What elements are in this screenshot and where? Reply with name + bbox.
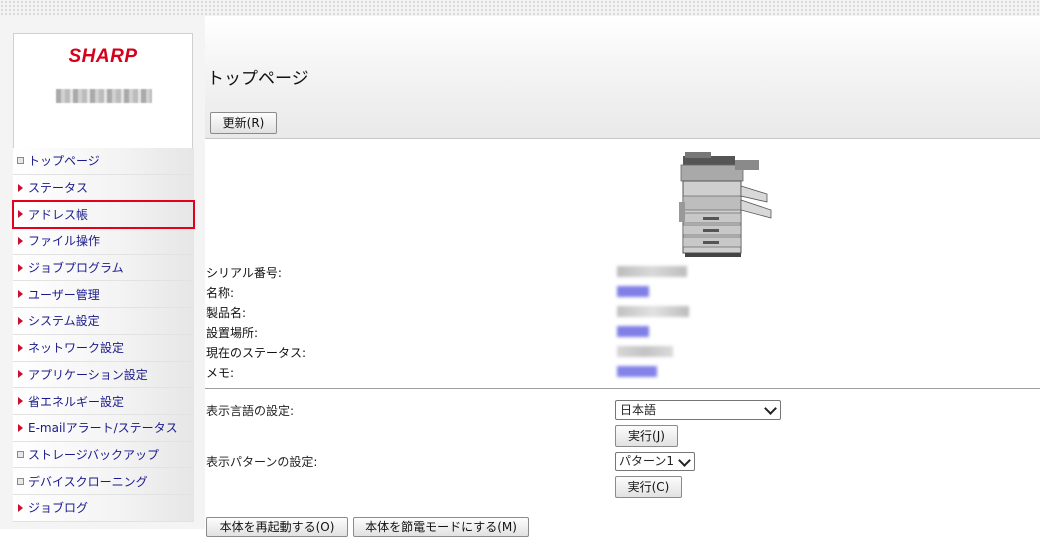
- sidebar-nav-label: ジョブログ: [28, 501, 89, 516]
- device-info-value-redacted: [617, 346, 673, 357]
- triangle-bullet-icon: [18, 290, 23, 299]
- sidebar-nav-label: 省エネルギー設定: [28, 394, 125, 409]
- brand-logo-panel: SHARP: [13, 33, 193, 155]
- power-save-button[interactable]: 本体を節電モードにする(M): [353, 517, 529, 537]
- square-bullet-icon: [17, 157, 24, 165]
- sidebar-nav-label: ファイル操作: [28, 234, 101, 249]
- pattern-execute-button[interactable]: 実行(C): [615, 476, 682, 498]
- language-execute-button[interactable]: 実行(J): [615, 425, 678, 447]
- sidebar-nav-label: ネットワーク設定: [28, 341, 125, 356]
- sidebar-nav-item[interactable]: ユーザー管理: [13, 281, 194, 309]
- language-setting-label: 表示言語の設定:: [206, 404, 295, 418]
- sidebar-nav-item[interactable]: システム設定: [13, 308, 194, 335]
- sidebar-nav-label: トップページ: [28, 154, 100, 169]
- square-bullet-icon: [17, 477, 24, 485]
- square-bullet-icon: [17, 450, 24, 458]
- device-info-label: 設置場所:: [206, 326, 259, 340]
- pattern-setting-label: 表示パターンの設定:: [206, 455, 318, 469]
- chevron-down-icon: [678, 454, 691, 467]
- pattern-select-value: パターン1: [619, 454, 675, 468]
- model-name-redacted: [56, 89, 152, 103]
- device-info-value-redacted: [617, 266, 687, 277]
- sidebar-nav-item[interactable]: アプリケーション設定: [13, 361, 194, 389]
- sidebar-nav-label: デバイスクローニング: [28, 474, 148, 489]
- page-title: トップページ: [207, 69, 309, 89]
- sidebar-nav-label: ストレージバックアップ: [28, 447, 160, 462]
- device-info-value-redacted: [617, 286, 649, 297]
- sharp-logo: SHARP: [68, 46, 138, 67]
- triangle-bullet-icon: [18, 423, 23, 432]
- sidebar-nav-label: システム設定: [28, 314, 100, 329]
- device-info-label: 製品名:: [206, 306, 247, 320]
- sidebar-nav-item[interactable]: ネットワーク設定: [13, 334, 194, 362]
- device-info-label: メモ:: [206, 366, 235, 380]
- restart-device-button[interactable]: 本体を再起動する(O): [206, 517, 348, 537]
- section-divider: [205, 388, 1040, 389]
- triangle-bullet-icon: [18, 370, 23, 379]
- top-decorative-band: [0, 0, 1040, 16]
- triangle-bullet-icon: [18, 183, 23, 192]
- triangle-bullet-icon: [18, 263, 23, 272]
- sidebar-nav: トップページ ステータスアドレス帳ファイル操作ジョブプログラム ユーザー管理 システム…: [12, 148, 195, 522]
- chevron-down-icon: [764, 402, 777, 415]
- sidebar-nav-label: アプリケーション設定: [28, 367, 148, 382]
- triangle-bullet-icon: [18, 343, 23, 352]
- device-info-value-redacted: [617, 326, 649, 337]
- triangle-bullet-icon: [18, 210, 23, 219]
- printer-illustration-icon: [679, 152, 772, 257]
- sidebar-nav-item[interactable]: ジョブプログラム: [13, 254, 194, 282]
- sidebar-nav-item[interactable]: ステータス: [13, 174, 194, 202]
- device-info-value-redacted: [617, 366, 657, 377]
- triangle-bullet-icon: [18, 503, 23, 512]
- refresh-button[interactable]: 更新(R): [210, 112, 277, 134]
- sidebar-nav-label: アドレス帳: [28, 207, 89, 222]
- sidebar-nav-item[interactable]: ファイル操作: [13, 228, 194, 255]
- sidebar-nav-label: ユーザー管理: [28, 287, 100, 302]
- device-info-value-redacted: [617, 306, 689, 317]
- pattern-select[interactable]: パターン1: [615, 452, 695, 471]
- language-select-value: 日本語: [620, 403, 657, 417]
- device-info-label: シリアル番号:: [206, 266, 282, 280]
- sidebar-nav-item[interactable]: 省エネルギー設定: [13, 388, 194, 415]
- sidebar-nav-label: ステータス: [28, 181, 89, 196]
- language-select[interactable]: 日本語: [615, 400, 781, 420]
- sidebar-nav-item[interactable]: デバイスクローニング: [13, 468, 194, 495]
- sidebar-nav-item[interactable]: E-mailアラート/ステータス: [13, 414, 194, 442]
- device-info-label: 現在のステータス:: [206, 346, 307, 360]
- main-content: シリアル番号: 名称: 製品名: 設置場所: 現在のステータス: メモ: 表示言語の設定:…: [205, 138, 1040, 537]
- page-header: トップページ 更新(R): [205, 16, 1040, 139]
- triangle-bullet-icon: [18, 236, 23, 245]
- sidebar-nav-item[interactable]: ジョブログ: [13, 494, 194, 522]
- triangle-bullet-icon: [18, 397, 23, 406]
- triangle-bullet-icon: [18, 316, 23, 325]
- sidebar-nav-label: ジョブプログラム: [28, 261, 124, 276]
- device-info-label: 名称:: [206, 286, 235, 300]
- sidebar-nav-item[interactable]: トップページ: [13, 148, 194, 175]
- sidebar-nav-item[interactable]: ストレージバックアップ: [13, 441, 194, 469]
- sidebar-nav-label: E-mailアラート/ステータス: [28, 421, 178, 436]
- sidebar-nav-item[interactable]: アドレス帳: [12, 200, 195, 230]
